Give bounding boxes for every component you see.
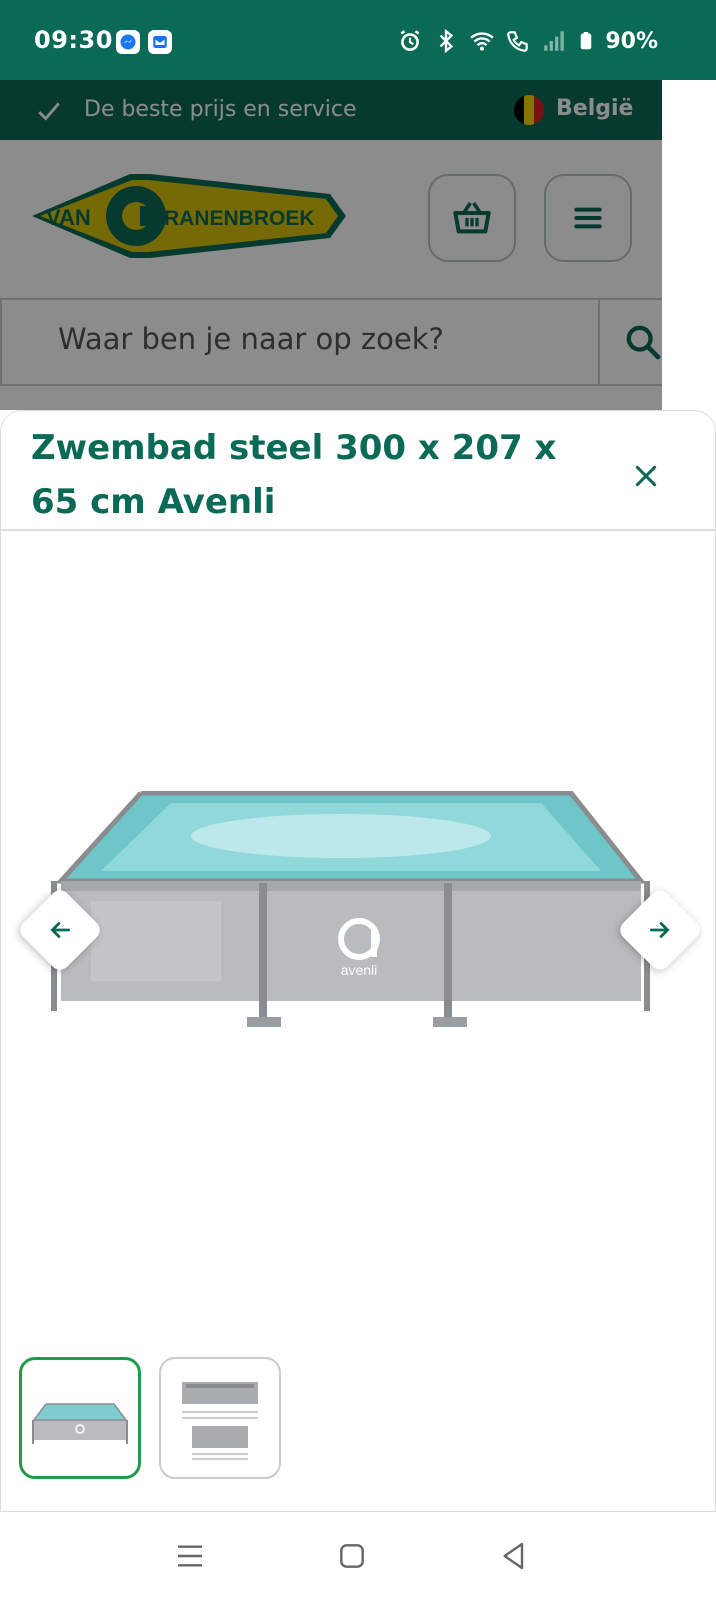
divider <box>1 529 716 531</box>
close-button[interactable] <box>621 451 671 501</box>
battery-level: 90% <box>605 28 658 54</box>
thumbnail-image <box>32 1403 128 1444</box>
system-navigation-bar <box>0 1512 716 1600</box>
wifi-icon <box>470 32 494 51</box>
thumbnail-product-photo[interactable] <box>19 1357 141 1479</box>
back-icon[interactable] <box>498 1540 530 1572</box>
clock: 09:30 <box>34 26 113 54</box>
avenli-brand-text: avenli <box>341 962 378 978</box>
signal-icon <box>544 31 565 51</box>
thumbnail-image <box>182 1382 258 1460</box>
modal-backdrop[interactable] <box>0 80 662 410</box>
status-bar: 09:30 90% <box>0 0 716 80</box>
product-image: avenli <box>51 791 650 1027</box>
modal-title: Zwembad steel 300 x 207 x 65 cm Avenli <box>31 428 557 522</box>
battery-icon <box>581 32 592 50</box>
messenger-icon <box>116 30 140 54</box>
wifi-call-icon <box>507 31 529 52</box>
home-icon[interactable] <box>336 1540 368 1572</box>
mail-icon <box>148 30 172 54</box>
close-icon <box>635 465 657 487</box>
product-gallery-modal: Zwembad steel 300 x 207 x 65 cm Avenli a… <box>0 410 716 1512</box>
arrow-right-icon <box>649 922 670 938</box>
arrow-left-icon <box>50 922 71 938</box>
bluetooth-icon <box>440 28 454 54</box>
alarm-icon <box>400 30 420 51</box>
thumbnail-dimension-drawing[interactable] <box>159 1357 281 1479</box>
recent-apps-icon[interactable] <box>174 1540 206 1572</box>
